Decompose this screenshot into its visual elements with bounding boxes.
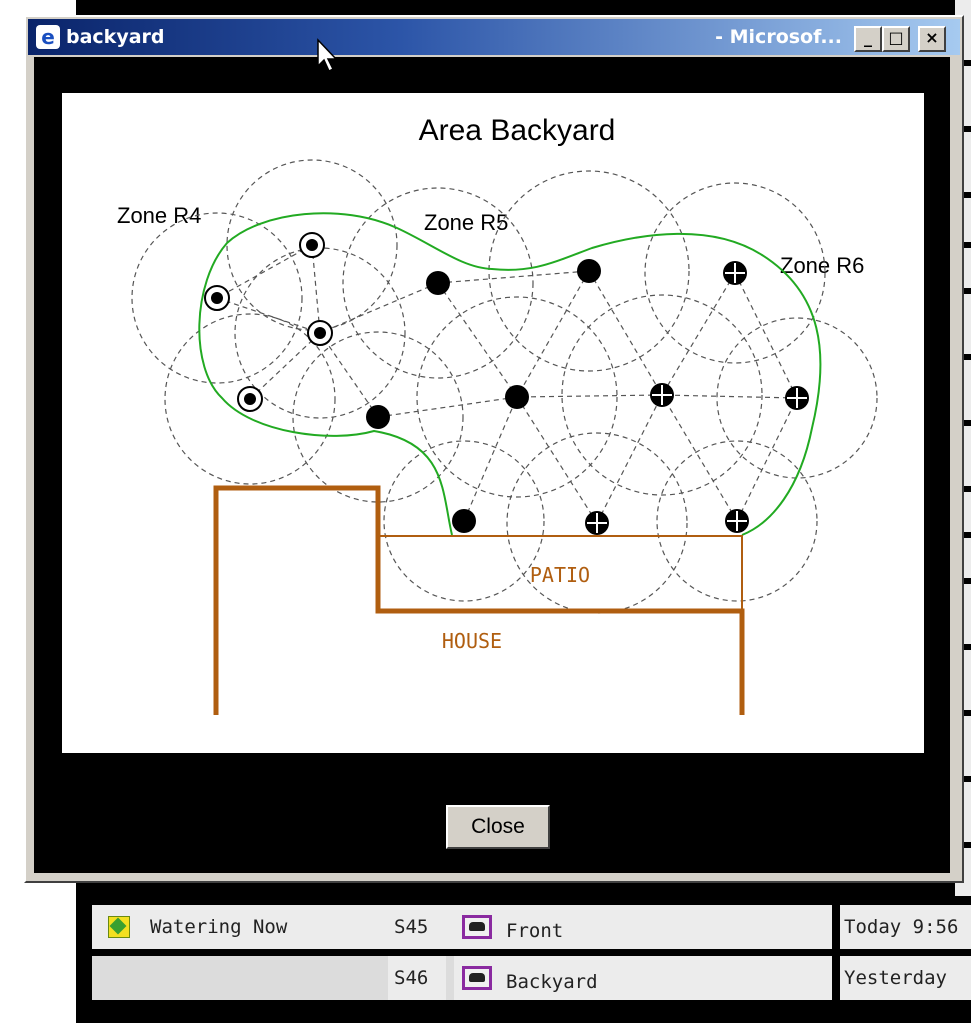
sprinkler-head: [452, 509, 476, 533]
station-text: S45: [394, 916, 429, 938]
table-row[interactable]: Watering Now S45 Front: [92, 905, 832, 949]
close-icon: ×: [925, 28, 939, 47]
table-time-cell: Yesterday: [840, 956, 971, 1000]
watering-icon: [108, 916, 130, 938]
sprinkler-head: [785, 386, 809, 410]
sprinkler-head: [725, 509, 749, 533]
station-cell: S45: [388, 905, 446, 949]
sprinkler-head: [237, 386, 263, 412]
maximize-icon: □: [888, 28, 904, 47]
backyard-map: Area Backyard Zone R4 Zone R5 Zone R6 PA…: [62, 93, 924, 753]
time-text: Yesterday: [844, 967, 947, 989]
map-thumbnail-icon[interactable]: [462, 966, 492, 990]
map-title: Area Backyard: [419, 114, 616, 147]
sprinkler-head: [577, 259, 601, 283]
sprinkler-head: [650, 383, 674, 407]
area-text: Front: [506, 920, 564, 942]
maximize-button[interactable]: □: [882, 26, 910, 52]
zone-label-r5: Zone R5: [424, 210, 508, 235]
window-content: Area Backyard Zone R4 Zone R5 Zone R6 PA…: [34, 57, 950, 873]
sprinkler-diagram: Area Backyard Zone R4 Zone R5 Zone R6 PA…: [117, 114, 878, 715]
time-text: Today 9:56: [844, 916, 959, 938]
sprinkler-head: [366, 405, 390, 429]
station-cell: S46: [388, 956, 446, 1000]
close-button[interactable]: Close: [446, 805, 550, 849]
sprinkler-head: [204, 285, 230, 311]
sprinkler-head: [307, 320, 333, 346]
station-text: S46: [394, 967, 429, 989]
minimize-button[interactable]: _: [854, 26, 882, 52]
area-cell[interactable]: Backyard: [454, 956, 832, 1000]
minimize-icon: _: [864, 28, 872, 47]
table-time-cell: Today 9:56: [840, 905, 971, 949]
zone-label-r4: Zone R4: [117, 203, 201, 228]
status-text: Watering Now: [150, 916, 288, 938]
window-title: backyard: [66, 26, 165, 48]
house-label: HOUSE: [442, 629, 502, 653]
table-row[interactable]: S46 Backyard: [92, 956, 832, 1000]
title-bar[interactable]: e backyard - Microsof... _ □ ×: [28, 19, 960, 55]
sprinkler-head: [299, 232, 325, 258]
house-outline: [213, 485, 745, 715]
sprinkler-head: [723, 261, 747, 285]
map-thumbnail-icon[interactable]: [462, 915, 492, 939]
zone-r4-heads: [204, 232, 333, 412]
zone-label-r6: Zone R6: [780, 253, 864, 278]
window-title-suffix: - Microsof...: [715, 26, 842, 48]
status-cell: [92, 956, 380, 1000]
sprinkler-head: [426, 271, 450, 295]
ie-icon: e: [36, 25, 60, 49]
patio-label: PATIO: [530, 563, 590, 587]
sprinkler-head: [505, 385, 529, 409]
area-text: Backyard: [506, 971, 598, 993]
mouse-cursor-icon: [317, 38, 338, 73]
zone-r5-heads: [366, 259, 601, 533]
sprinkler-head: [585, 511, 609, 535]
status-cell: Watering Now: [92, 905, 380, 949]
area-cell[interactable]: Front: [454, 905, 832, 949]
popup-window[interactable]: e backyard - Microsof... _ □ × Area Back…: [24, 15, 964, 883]
close-window-button[interactable]: ×: [918, 26, 946, 52]
